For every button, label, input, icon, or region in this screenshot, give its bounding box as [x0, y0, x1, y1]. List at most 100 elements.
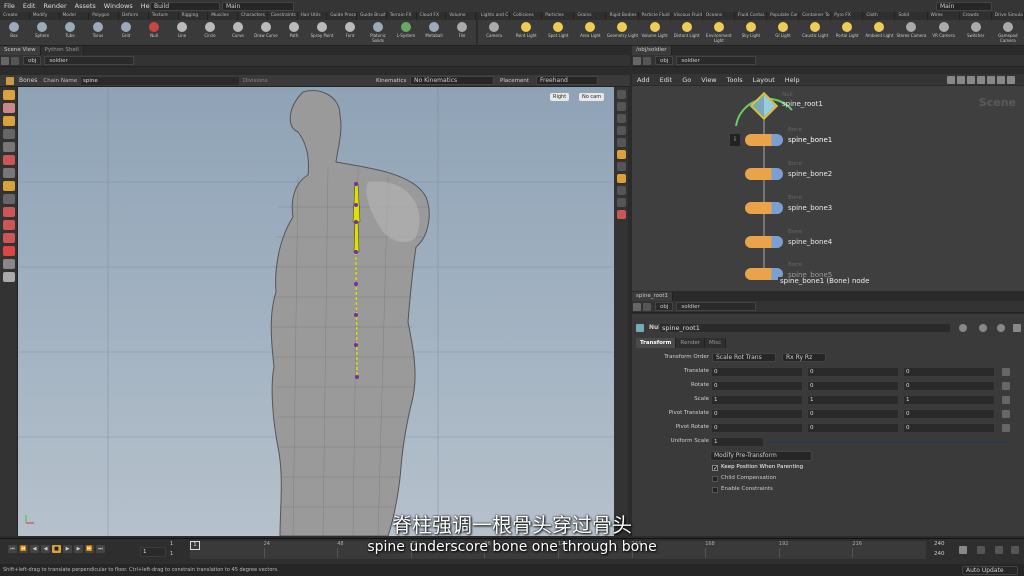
- placement-dropdown[interactable]: Freehand: [536, 76, 598, 85]
- shelf-tool[interactable]: Grid: [112, 22, 140, 38]
- display-option-icon[interactable]: [616, 186, 626, 195]
- network-menu-item[interactable]: Help: [780, 76, 805, 84]
- display-option-icon[interactable]: [616, 126, 626, 135]
- path-soldier[interactable]: soldier: [676, 302, 757, 311]
- shelf-tab[interactable]: Hair Utils: [298, 12, 328, 20]
- shelf-tool[interactable]: Sphere: [28, 22, 56, 38]
- shelf-tab[interactable]: Solid: [895, 12, 928, 20]
- menu-item[interactable]: Assets: [71, 0, 100, 12]
- menu-item[interactable]: Render: [39, 0, 70, 12]
- shelf-tool[interactable]: Environment Light: [703, 22, 735, 43]
- magnet-icon[interactable]: [2, 207, 15, 217]
- shelf-tool[interactable]: Spray Paint: [308, 22, 336, 38]
- shelf-tab[interactable]: Rigging: [179, 12, 209, 20]
- shelf-tab[interactable]: Fluid Contai...: [735, 12, 767, 20]
- shelf-tab[interactable]: Populate Con...: [767, 12, 800, 20]
- bone-node[interactable]: [745, 236, 783, 248]
- bone-node[interactable]: [745, 202, 783, 214]
- shelf-tool[interactable]: Platonic Solids: [364, 22, 392, 43]
- shelf-tab[interactable]: Modify: [30, 12, 60, 20]
- shelf-tool[interactable]: GI Light: [767, 22, 799, 38]
- display-option-icon[interactable]: [616, 174, 626, 183]
- forward-icon[interactable]: [643, 56, 651, 65]
- shelf-tool[interactable]: Volume Light: [639, 22, 671, 38]
- snap-curve-icon[interactable]: [2, 233, 15, 243]
- chain-name-field[interactable]: spine: [80, 76, 240, 86]
- keyframe-icon[interactable]: [1002, 410, 1010, 418]
- shelf-tool[interactable]: Null: [140, 22, 168, 38]
- network-canvas[interactable]: Scene Null spine_root1 Bone spine_bone1 …: [632, 86, 1024, 291]
- checkbox[interactable]: [712, 487, 718, 493]
- shelf-tab[interactable]: Wires: [928, 12, 960, 20]
- network-tool-icon[interactable]: [947, 76, 955, 84]
- shelf-tab[interactable]: Terrain FX: [387, 12, 417, 20]
- shelf-tab[interactable]: Deform: [119, 12, 149, 20]
- keyframe-icon[interactable]: [1002, 382, 1010, 390]
- scale-tool-icon[interactable]: [2, 155, 15, 165]
- context-dropdown[interactable]: Main: [222, 2, 294, 11]
- back-icon[interactable]: [1, 56, 9, 65]
- shelf-tool[interactable]: Path: [280, 22, 308, 38]
- transform-order-dropdown[interactable]: Scale Rot Trans: [712, 353, 776, 362]
- network-tool-icon[interactable]: [977, 76, 985, 84]
- network-tool-icon[interactable]: [997, 76, 1005, 84]
- keyframe-icon[interactable]: [1002, 396, 1010, 404]
- shelf-tab[interactable]: Collisions: [510, 12, 543, 20]
- shelf-tool[interactable]: L-System: [392, 22, 420, 38]
- view-tool-icon[interactable]: [2, 129, 15, 139]
- display-option-icon[interactable]: [616, 150, 626, 159]
- shelf-tab[interactable]: Guide Process: [327, 12, 357, 20]
- shelf-tool[interactable]: Distant Light: [671, 22, 703, 38]
- network-tool-icon[interactable]: [957, 76, 965, 84]
- shelf-tool[interactable]: Portal Light: [831, 22, 863, 38]
- param-field-x[interactable]: 0: [711, 381, 803, 391]
- shelf-tab[interactable]: Pyro FX: [831, 12, 864, 20]
- keyframe-icon[interactable]: [1002, 368, 1010, 376]
- shelf-tool[interactable]: Sky Light: [735, 22, 767, 38]
- network-tool-icon[interactable]: [967, 76, 975, 84]
- uniform-scale-slider[interactable]: [767, 441, 1007, 443]
- param-field-x[interactable]: 0: [711, 367, 803, 377]
- path-soldier[interactable]: soldier: [676, 56, 757, 65]
- menu-item[interactable]: Edit: [19, 0, 40, 12]
- shelf-tool[interactable]: Switcher: [960, 22, 992, 38]
- shelf-tab[interactable]: Rigid Bodies: [606, 12, 639, 20]
- shelf-tab[interactable]: Guide Brushes: [357, 12, 387, 20]
- shelf-tab[interactable]: Drive Simula...: [992, 12, 1024, 20]
- shelf-tab[interactable]: Cloth: [863, 12, 896, 20]
- menu-item[interactable]: File: [0, 0, 19, 12]
- param-field-y[interactable]: 0: [807, 423, 899, 433]
- pose-tool-icon[interactable]: [2, 142, 15, 152]
- paint-icon[interactable]: [2, 272, 15, 282]
- bone-node[interactable]: [745, 134, 783, 146]
- tab-transform[interactable]: Transform: [636, 338, 677, 348]
- gear-icon[interactable]: [959, 324, 967, 332]
- shelf-tool[interactable]: Curve: [224, 22, 252, 38]
- shelf-tool[interactable]: Stereo Camera: [895, 22, 927, 38]
- kinematics-dropdown[interactable]: No Kinematics: [410, 76, 494, 85]
- display-option-icon[interactable]: [616, 90, 626, 99]
- shelf-tool[interactable]: Camera: [478, 22, 510, 38]
- shelf-tab[interactable]: Create: [0, 12, 30, 20]
- viewport-canvas[interactable]: [18, 87, 614, 536]
- param-field-y[interactable]: 0: [807, 381, 899, 391]
- shelf-tool[interactable]: Draw Curve: [252, 22, 280, 38]
- shelf-tab[interactable]: Volume: [446, 12, 476, 20]
- param-field-z[interactable]: 1: [903, 395, 995, 405]
- shelf-tool[interactable]: Box: [0, 22, 28, 38]
- shelf-tab[interactable]: Container Tools: [799, 12, 832, 20]
- magnet-red-icon[interactable]: [2, 246, 15, 256]
- param-field-z[interactable]: 0: [903, 423, 995, 433]
- shelf-tool[interactable]: Line: [168, 22, 196, 38]
- display-option-icon[interactable]: [616, 102, 626, 111]
- rotation-order-dropdown[interactable]: Rx Ry Rz: [782, 353, 826, 362]
- display-option-icon[interactable]: [616, 138, 626, 147]
- network-menu-item[interactable]: Layout: [748, 76, 780, 84]
- param-field-x[interactable]: 0: [711, 409, 803, 419]
- param-field-z[interactable]: 0: [903, 367, 995, 377]
- display-option-icon[interactable]: [616, 162, 626, 171]
- network-tool-icon[interactable]: [1007, 76, 1015, 84]
- network-menu-item[interactable]: Edit: [655, 76, 678, 84]
- lasso-icon[interactable]: [2, 259, 15, 269]
- network-tool-icon[interactable]: [987, 76, 995, 84]
